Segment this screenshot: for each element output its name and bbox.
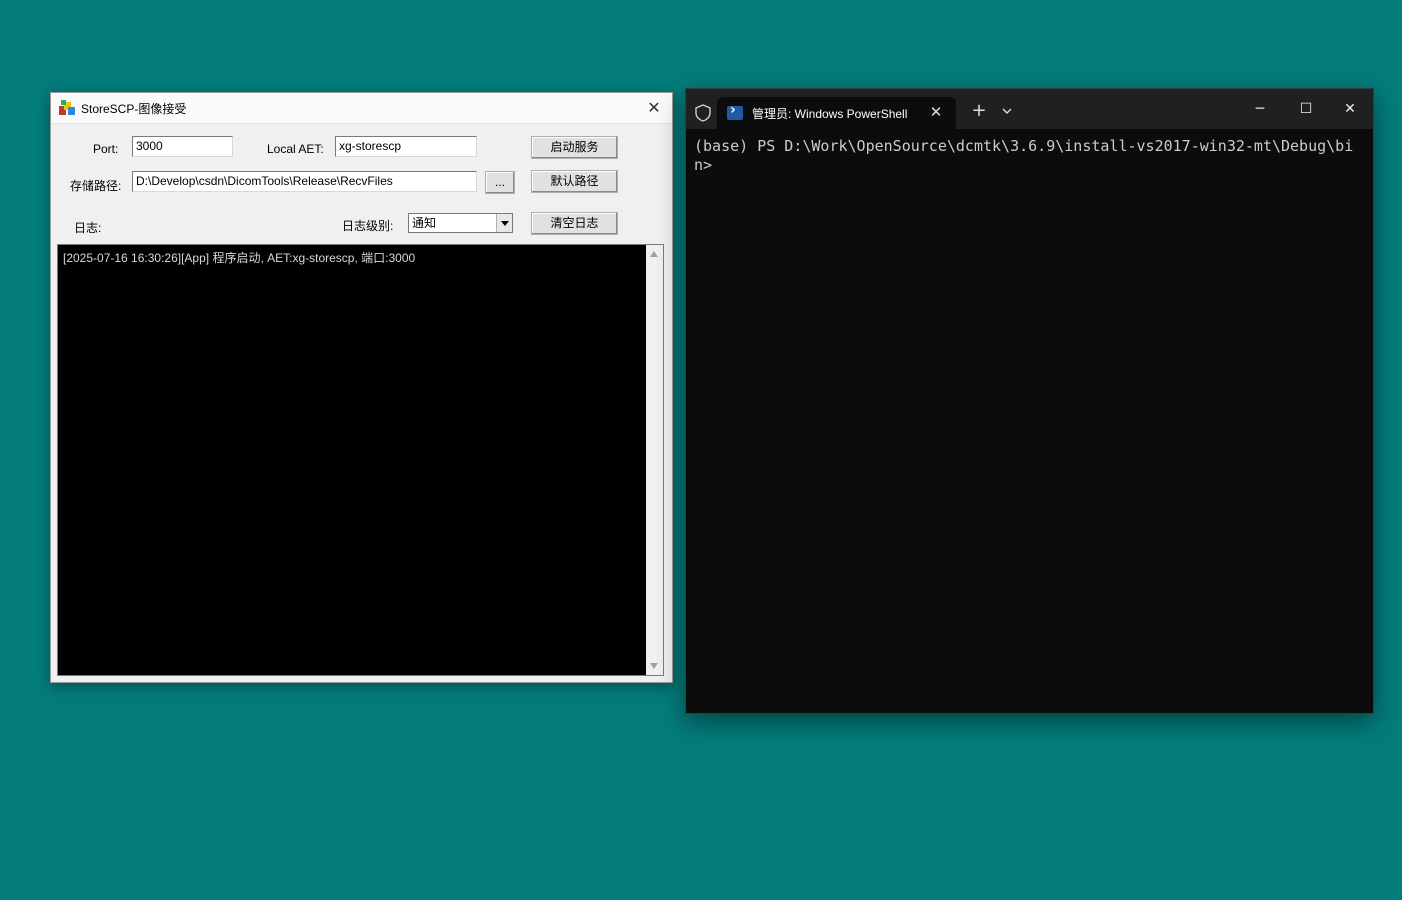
log-level-label: 日志级别: bbox=[342, 219, 394, 233]
tab-close-button[interactable]: ✕ bbox=[926, 102, 946, 122]
desktop: StoreSCP-图像接受 ✕ Port: 3000 Local AET: xg… bbox=[0, 0, 1402, 900]
default-path-button[interactable]: 默认路径 bbox=[531, 170, 618, 193]
terminal-titlebar[interactable]: 管理员: Windows PowerShell ✕ + ─ ☐ ✕ bbox=[686, 89, 1373, 129]
scroll-down-arrow-icon[interactable] bbox=[650, 663, 658, 669]
chevron-down-icon[interactable] bbox=[1000, 104, 1014, 118]
scroll-up-arrow-icon[interactable] bbox=[650, 251, 658, 257]
local-aet-label: Local AET: bbox=[267, 142, 324, 156]
window-title: StoreSCP-图像接受 bbox=[81, 102, 187, 116]
start-service-button[interactable]: 启动服务 bbox=[531, 136, 618, 159]
log-level-value: 通知 bbox=[412, 216, 437, 230]
log-level-select[interactable]: 通知 bbox=[408, 213, 513, 233]
minimize-button[interactable]: ─ bbox=[1237, 89, 1283, 129]
log-output[interactable]: [2025-07-16 16:30:26][App] 程序启动, AET:xg-… bbox=[57, 244, 664, 676]
new-tab-button[interactable]: + bbox=[969, 101, 989, 121]
terminal-output[interactable]: (base) PS D:\Work\OpenSource\dcmtk\3.6.9… bbox=[694, 137, 1362, 175]
clear-log-button[interactable]: 清空日志 bbox=[531, 212, 618, 235]
maximize-button[interactable]: ☐ bbox=[1283, 89, 1329, 129]
storescp-window: StoreSCP-图像接受 ✕ Port: 3000 Local AET: xg… bbox=[50, 92, 673, 683]
tab-powershell[interactable]: 管理员: Windows PowerShell ✕ bbox=[717, 97, 956, 129]
storage-path-input[interactable]: D:\Develop\csdn\DicomTools\Release\RecvF… bbox=[132, 171, 477, 192]
storage-path-label: 存储路径: bbox=[70, 179, 122, 193]
powershell-icon bbox=[727, 102, 743, 120]
local-aet-input[interactable]: xg-storescp bbox=[335, 136, 477, 157]
log-line: [2025-07-16 16:30:26][App] 程序启动, AET:xg-… bbox=[63, 251, 416, 265]
close-button[interactable]: ✕ bbox=[1327, 89, 1373, 129]
tab-title: 管理员: Windows PowerShell bbox=[752, 107, 908, 121]
port-input[interactable]: 3000 bbox=[132, 136, 233, 157]
shield-icon bbox=[695, 104, 711, 122]
browse-button[interactable]: ... bbox=[485, 171, 515, 194]
log-scrollbar[interactable] bbox=[646, 245, 663, 675]
chevron-down-icon[interactable] bbox=[496, 214, 512, 232]
storescp-titlebar[interactable]: StoreSCP-图像接受 ✕ bbox=[51, 93, 672, 124]
port-label: Port: bbox=[93, 142, 119, 156]
close-button[interactable]: ✕ bbox=[642, 97, 666, 119]
app-icon bbox=[59, 100, 75, 115]
log-label: 日志: bbox=[74, 221, 102, 235]
powershell-window: 管理员: Windows PowerShell ✕ + ─ ☐ ✕ (base)… bbox=[685, 88, 1374, 714]
